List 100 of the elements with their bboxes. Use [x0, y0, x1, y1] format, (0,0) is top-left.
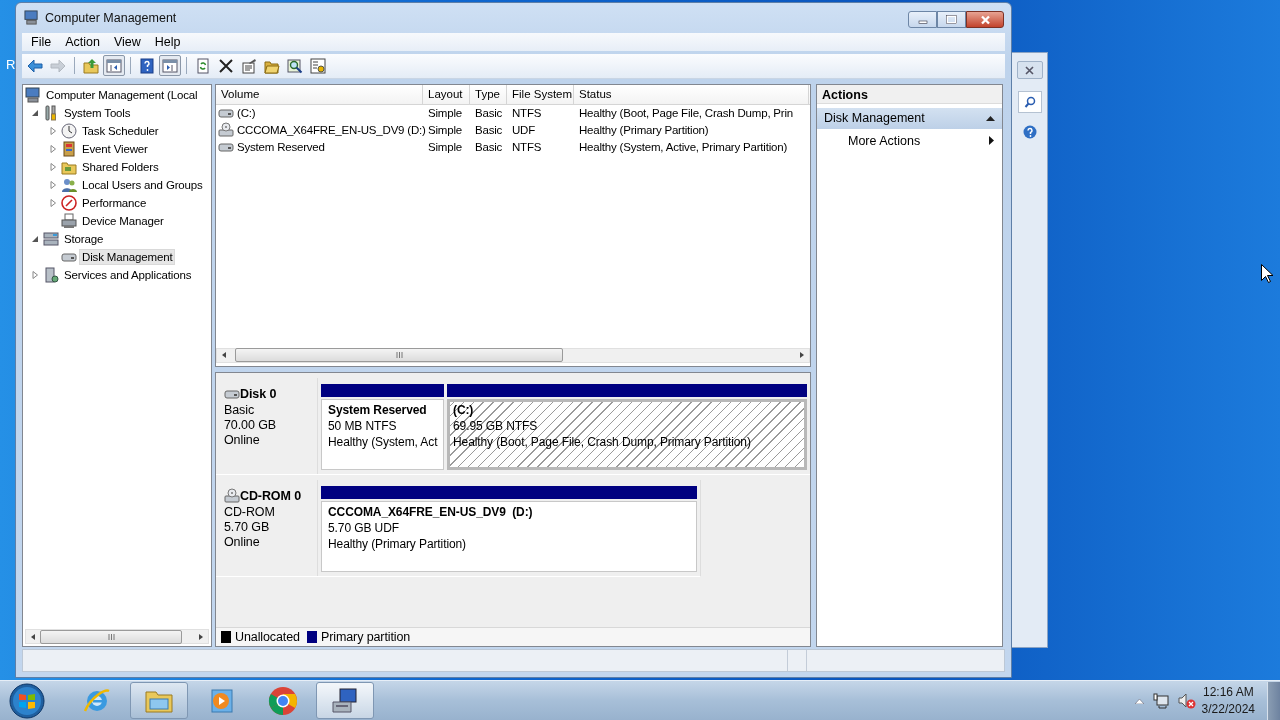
action-item[interactable]: More Actions	[817, 128, 1002, 153]
submenu-arrow-icon	[989, 136, 994, 146]
tree-item[interactable]: System Tools	[61, 104, 134, 121]
grip-icon	[107, 633, 115, 640]
search-icon	[1023, 96, 1036, 108]
tools-icon	[43, 104, 59, 121]
menu-item[interactable]: Help	[147, 34, 188, 49]
legend-label: Primary partition	[320, 630, 411, 645]
storage-icon	[43, 230, 59, 247]
network-icon[interactable]	[1152, 692, 1169, 709]
disk-type: Basic	[224, 402, 256, 417]
table-cell-text: NTFS	[511, 107, 543, 120]
windows-orb-icon	[9, 682, 45, 719]
tree-item[interactable]: Services and Applications	[61, 266, 195, 283]
table-cell-text: NTFS	[511, 141, 543, 154]
minimize-button[interactable]	[908, 11, 937, 28]
table-cell-text: Healthy (Boot, Page File, Crash Dump, Prin	[578, 107, 795, 120]
book-icon	[61, 140, 77, 157]
disk-status: Online	[224, 534, 261, 549]
close-icon	[1025, 65, 1034, 75]
maximize-button[interactable]	[937, 11, 966, 28]
table-cell-text: Simple	[427, 141, 463, 154]
tree-item[interactable]: Local Users and Groups	[79, 176, 206, 193]
table-cell-text: Healthy (Primary Partition)	[578, 124, 710, 137]
table-cell: (C:)	[236, 107, 256, 120]
settings-button[interactable]	[307, 55, 329, 77]
computer-icon	[330, 685, 360, 716]
disk-type: CD-ROM	[224, 504, 276, 519]
disk-name: CD-ROM 0	[240, 488, 301, 503]
tree-item[interactable]: Disk Management	[79, 248, 176, 265]
column-header[interactable]: Type	[470, 84, 507, 104]
show-desktop-button[interactable]	[1267, 681, 1280, 720]
server-icon	[43, 266, 59, 283]
scrollbar-thumb[interactable]	[235, 348, 563, 363]
mouse-cursor-icon	[1261, 264, 1273, 283]
show-hidden-icons-icon[interactable]	[1134, 697, 1144, 704]
menu-item[interactable]: Action	[58, 34, 107, 49]
expand-arrow-icon[interactable]	[29, 268, 41, 281]
help-icon[interactable]	[1022, 125, 1037, 139]
column-header[interactable]: Volume	[216, 84, 423, 104]
partition-size: 69.95 GB NTFS	[453, 418, 539, 433]
expand-arrow-icon[interactable]	[47, 160, 59, 173]
tree-item[interactable]: Device Manager	[79, 212, 167, 229]
cd-drive-icon	[218, 122, 234, 139]
partition-status: Healthy (System, Act	[328, 434, 437, 449]
desktop-label: R	[6, 57, 16, 72]
tree-item[interactable]: Performance	[79, 194, 150, 211]
tree-item[interactable]: Shared Folders	[79, 158, 162, 175]
partition-status: Healthy (Boot, Page File, Crash Dump, Primary Partition)	[453, 434, 752, 449]
table-cell-text: Basic	[474, 124, 504, 137]
disk-status: Online	[224, 432, 261, 447]
partition-name: CCCOMA_X64FRE_EN-US_DV9 (D:)	[328, 504, 534, 519]
disk-size: 70.00 GB	[224, 417, 277, 432]
expand-arrow-icon[interactable]	[47, 178, 59, 191]
partition-name: (C:)	[453, 402, 475, 417]
tree-item[interactable]: Computer Management (Local	[43, 86, 201, 103]
chrome-icon	[268, 685, 298, 716]
menu-item[interactable]: View	[106, 34, 148, 49]
taskbar-button[interactable]	[316, 682, 374, 719]
partition-size: 50 MB NTFS	[328, 418, 398, 433]
menu-item[interactable]: File	[24, 34, 59, 49]
scrollbar-thumb[interactable]	[40, 629, 182, 644]
pane-header: Actions	[817, 84, 1002, 104]
column-header[interactable]: Status	[574, 84, 809, 104]
grip-icon	[395, 352, 403, 359]
expand-arrow-icon[interactable]	[47, 124, 59, 137]
column-header[interactable]: File System	[507, 84, 574, 104]
partition-name: System Reserved	[328, 402, 428, 417]
table-cell-text: Healthy (System, Active, Primary Partition)	[578, 141, 789, 154]
computer-icon	[24, 10, 39, 26]
start-button[interactable]	[6, 682, 48, 719]
table-cell: System Reserved	[236, 141, 325, 154]
tree-item[interactable]: Event Viewer	[79, 140, 151, 157]
printer-icon	[61, 212, 77, 229]
table-cell: CCCOMA_X64FRE_EN-US_DV9 (D:)	[236, 124, 426, 137]
search-button[interactable]	[1017, 91, 1042, 113]
volume-muted-icon[interactable]	[1177, 692, 1196, 709]
tree-item[interactable]: Task Scheduler	[79, 122, 162, 139]
close-icon	[979, 14, 991, 25]
expand-arrow-icon[interactable]	[47, 142, 59, 155]
action-pane-button[interactable]	[159, 55, 181, 77]
tree-item[interactable]: Storage	[61, 230, 107, 247]
window-title: Computer Management	[45, 10, 177, 25]
collapse-icon	[986, 115, 995, 122]
clock[interactable]: 12:16 AM 3/22/2024	[1201, 683, 1255, 718]
expand-arrow-icon[interactable]	[47, 196, 59, 209]
close-button[interactable]	[966, 11, 1004, 28]
tree-pane-button[interactable]	[103, 55, 125, 77]
column-header[interactable]: Layout	[423, 84, 470, 104]
table-cell-text: Basic	[474, 141, 504, 154]
table-cell-text: UDF	[511, 124, 537, 137]
disk-size: 5.70 GB	[224, 519, 271, 534]
maximize-icon	[946, 15, 957, 24]
table-cell-text: Simple	[427, 124, 463, 137]
table-cell-text: Simple	[427, 107, 463, 120]
clock-icon	[61, 122, 77, 139]
partition-size: 5.70 GB UDF	[328, 520, 400, 535]
close-button[interactable]	[1016, 61, 1043, 79]
action-section[interactable]: Disk Management	[817, 107, 1002, 129]
users-icon	[61, 176, 77, 193]
